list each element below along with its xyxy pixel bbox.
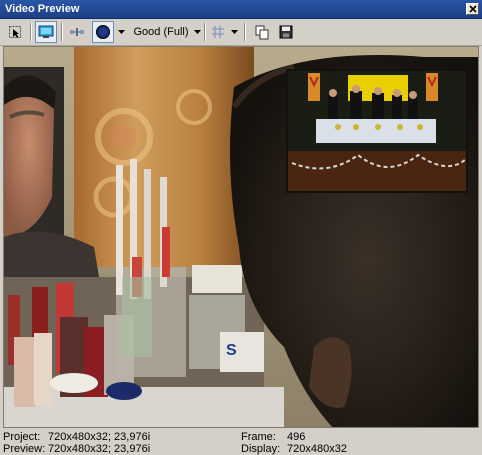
svg-text:S: S [226,342,237,359]
project-value: 720x480x32; 23,976i [48,431,151,443]
inset-image [288,71,466,191]
overlays-button[interactable] [92,21,114,43]
preview-quality-value: Good (Full) [133,26,189,38]
preview-value: 720x480x32; 23,976i [48,443,151,455]
frame-value: 496 [287,431,306,443]
grid-dropdown[interactable] [230,21,239,43]
monitor-icon [38,25,54,38]
title-bar[interactable]: Video Preview [0,0,482,19]
copy-icon [255,25,269,40]
preview-label: Preview: [3,443,46,455]
toolbar-separator [204,23,206,41]
display-value: 720x480x32 [287,443,347,455]
chevron-down-icon [194,30,201,34]
status-panel: Project: 720x480x32; 23,976i Preview: 72… [0,430,482,455]
toolbar-separator [244,23,246,41]
save-snapshot-button[interactable] [275,21,297,43]
chevron-down-icon [118,30,125,34]
toolbar-separator [61,23,63,41]
video-preview-window: Video Preview Good (Full) S Project: 720… [0,0,482,455]
copy-snapshot-button[interactable] [251,21,273,43]
preview-quality-select[interactable]: Good (Full) [131,21,191,43]
grid-icon [212,26,224,38]
split-screen-button[interactable] [66,21,88,43]
video-preview-frame: S [3,46,479,428]
selection-tool-button[interactable] [4,21,26,43]
inset-preview [286,69,468,193]
display-label: Display: [241,443,281,455]
split-icon [70,28,84,36]
toolbar: Good (Full) [0,19,482,46]
close-button[interactable] [466,3,479,15]
project-label: Project: [3,431,41,443]
toolbar-separator [30,23,32,41]
window-title: Video Preview [5,3,80,15]
external-monitor-button[interactable] [35,21,57,43]
close-icon [468,5,477,13]
pointer-icon [9,26,21,38]
preview-quality-dropdown[interactable] [193,21,202,43]
overlays-dropdown[interactable] [117,21,126,43]
grid-button[interactable] [207,21,229,43]
overlay-icon [96,25,110,39]
chevron-down-icon [231,30,238,34]
save-icon [279,25,293,39]
frame-label: Frame: [241,431,276,443]
